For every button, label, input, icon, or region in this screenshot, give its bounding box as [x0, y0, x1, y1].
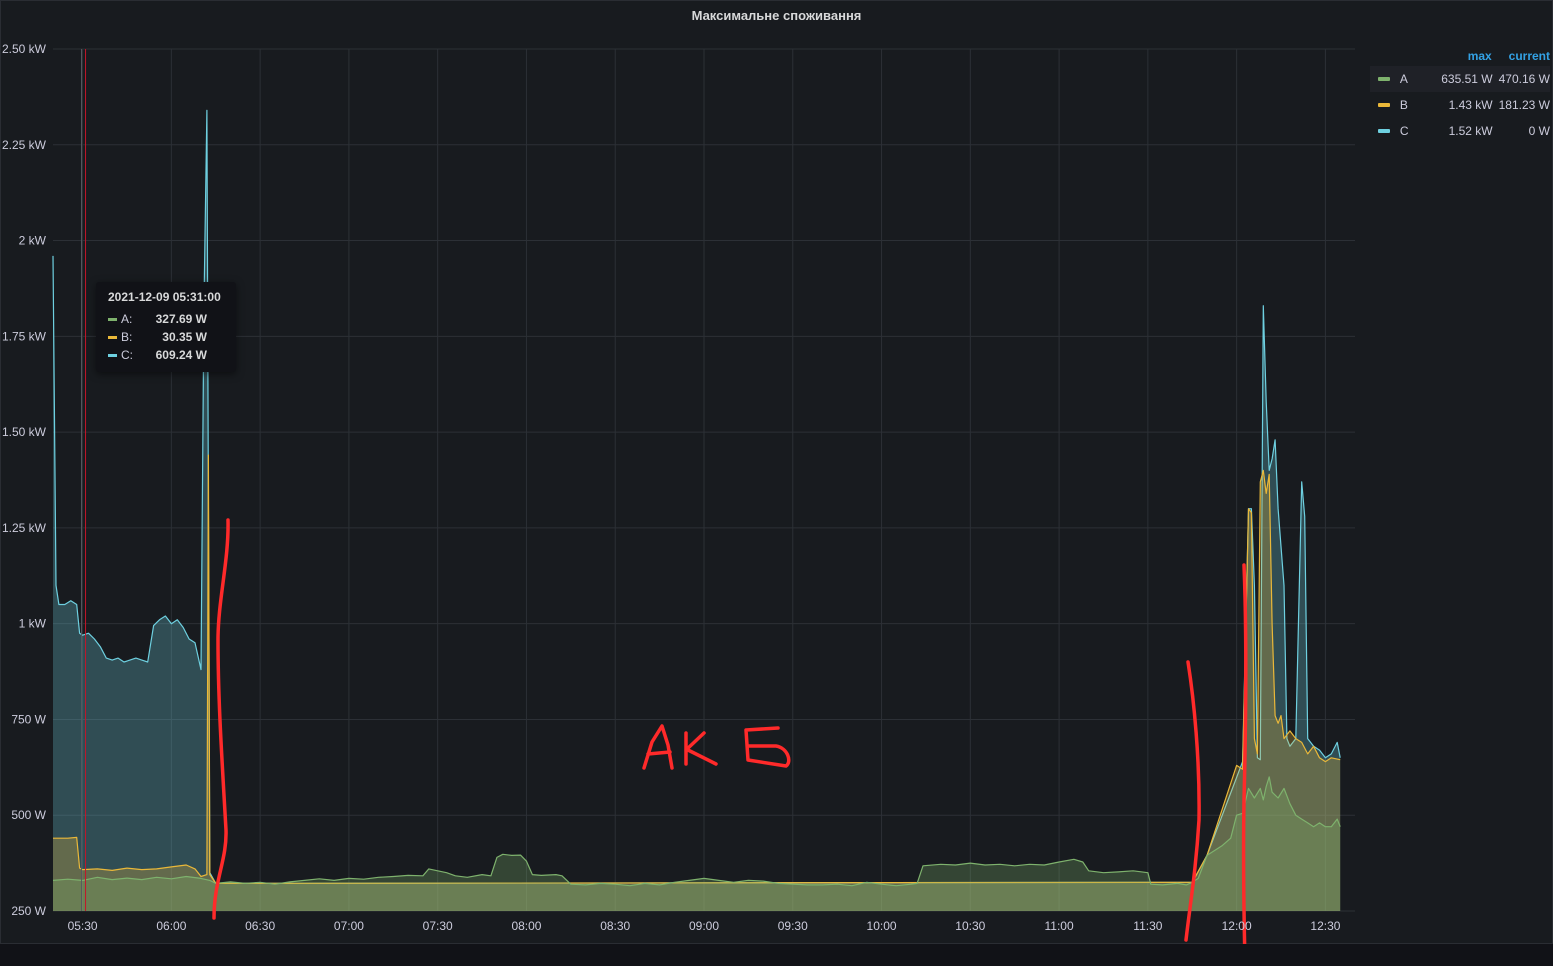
- annotation-letter-a: [642, 724, 674, 770]
- tooltip-swatch-c: [108, 353, 117, 357]
- tooltip-row-b: B: 30.35 W: [108, 328, 224, 346]
- legend-max-c: 1.52 kW: [1448, 124, 1493, 138]
- tooltip-swatch-b: [108, 335, 117, 339]
- y-tick-label: 1 kW: [19, 617, 47, 631]
- x-tick-label: 07:30: [423, 919, 453, 933]
- tooltip-row-c: C: 609.24 W: [108, 346, 224, 364]
- legend-item-b[interactable]: B 1.43 kW 181.23 W: [1370, 92, 1550, 118]
- legend-swatch-a: [1378, 77, 1390, 81]
- x-tick-label: 10:00: [867, 919, 897, 933]
- y-tick-label: 1.75 kW: [2, 329, 47, 343]
- tooltip-name-b: B:: [121, 330, 133, 344]
- legend-swatch-b: [1378, 103, 1390, 107]
- chart[interactable]: 250 W 500 W 750 W 1 kW 1.25 kW 1.50 kW 1.75 kW…: [0, 0, 1553, 944]
- series-area-c: [53, 110, 1341, 912]
- y-tick-label: 750 W: [11, 712, 46, 726]
- tooltip-name-c: C:: [121, 348, 133, 362]
- series-area-b: [53, 455, 1341, 911]
- series-line-b[interactable]: [53, 454, 1341, 884]
- legend-swatch-c: [1378, 129, 1390, 133]
- legend-name-b[interactable]: B: [1400, 98, 1415, 112]
- legend-name-a[interactable]: A: [1400, 72, 1415, 86]
- tooltip-value-a: 327.69 W: [155, 312, 207, 326]
- tooltip-swatch-a: [108, 317, 117, 321]
- x-tick-label: 11:00: [1045, 919, 1074, 933]
- x-tick-label: 05:30: [68, 919, 98, 933]
- series-line-a[interactable]: [52, 776, 1341, 887]
- legend-current-b: 181.23 W: [1498, 98, 1550, 112]
- legend-current-a: 470.16 W: [1498, 72, 1550, 86]
- tooltip-value-c: 609.24 W: [155, 348, 207, 362]
- y-tick-label: 1.50 kW: [2, 425, 47, 439]
- annotation-letter-b: [744, 726, 791, 768]
- series-area-a: [53, 776, 1341, 911]
- x-tick-label: 09:00: [689, 919, 719, 933]
- tooltip-row-a: A: 327.69 W: [108, 310, 224, 328]
- tooltip-name-a: A:: [121, 312, 133, 326]
- y-tick-label: 2 kW: [19, 234, 47, 248]
- x-tick-label: 07:00: [334, 919, 364, 933]
- x-tick-label: 12:30: [1310, 919, 1340, 933]
- x-tick-label: 12:00: [1222, 919, 1252, 933]
- x-tick-label: 11:30: [1133, 919, 1162, 933]
- bottom-strip: [0, 944, 1553, 966]
- legend-max-b: 1.43 kW: [1448, 98, 1493, 112]
- legend-current-c: 0 W: [1528, 124, 1550, 138]
- legend-name-c[interactable]: C: [1400, 124, 1415, 138]
- grid: [53, 48, 1355, 912]
- legend-header-max[interactable]: max: [1413, 49, 1492, 63]
- y-tick-label: 2.25 kW: [2, 138, 47, 152]
- x-tick-label: 06:00: [156, 919, 186, 933]
- legend: max current A 635.51 W 470.16 W B 1.43 k…: [1370, 46, 1550, 144]
- legend-item-c[interactable]: C 1.52 kW 0 W: [1370, 118, 1550, 144]
- x-tick-label: 06:30: [245, 919, 275, 933]
- x-tick-label: 10:30: [955, 919, 985, 933]
- y-tick-label: 500 W: [11, 808, 46, 822]
- hover-tooltip: 2021-12-09 05:31:00 A: 327.69 W B: 30.35…: [96, 282, 236, 372]
- series-line-c[interactable]: [52, 109, 1341, 884]
- legend-header: max current: [1370, 46, 1550, 66]
- x-tick-label: 08:00: [511, 919, 541, 933]
- y-tick-label: 250 W: [11, 904, 46, 918]
- legend-header-current[interactable]: current: [1492, 49, 1550, 63]
- legend-max-a: 635.51 W: [1441, 72, 1493, 86]
- y-tick-label: 1.25 kW: [2, 521, 47, 535]
- y-tick-label: 2.50 kW: [2, 42, 47, 56]
- x-tick-label: 08:30: [600, 919, 630, 933]
- tooltip-value-b: 30.35 W: [162, 330, 207, 344]
- annotation-letter-k: [684, 731, 718, 766]
- x-tick-label: 09:30: [778, 919, 808, 933]
- legend-item-a[interactable]: A 635.51 W 470.16 W: [1370, 66, 1550, 92]
- tooltip-time: 2021-12-09 05:31:00: [108, 290, 221, 304]
- series-areas: [52, 109, 1341, 912]
